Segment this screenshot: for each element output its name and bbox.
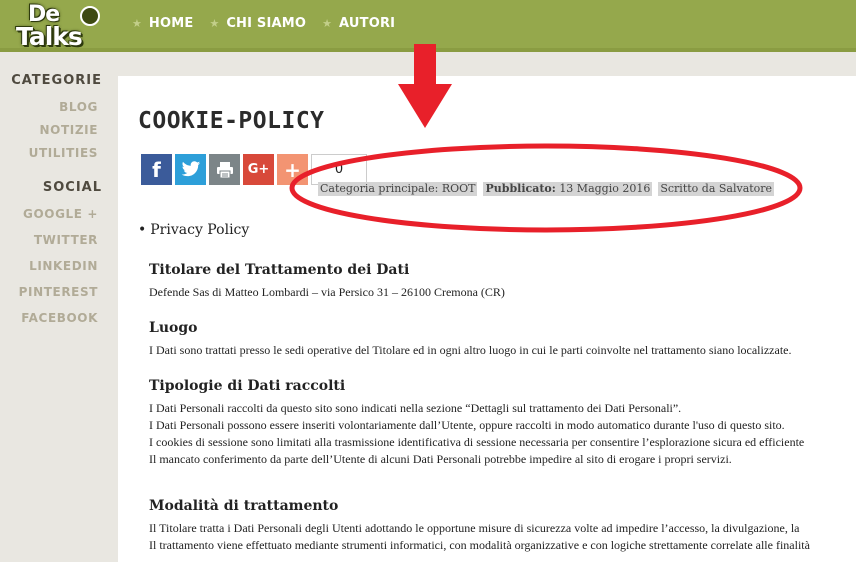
article-panel: COOKIE-POLICY f G+ + 0 Categoria princip… <box>118 76 856 562</box>
google-plus-share-button[interactable]: G+ <box>243 154 274 185</box>
section-text: I Dati Personali raccolti da questo sito… <box>149 401 682 415</box>
star-icon: ★ <box>132 17 142 30</box>
twitter-share-button[interactable] <box>175 154 206 185</box>
print-button[interactable] <box>209 154 240 185</box>
section-tipologie: Tipologie di Dati raccolti I Dati Person… <box>149 378 856 468</box>
page-title: COOKIE-POLICY <box>138 108 325 134</box>
nav-item-home[interactable]: ★ HOME <box>132 16 193 31</box>
list-item: • Privacy Policy <box>138 222 249 238</box>
section-modalita: Modalità di trattamento Il Titolare trat… <box>149 498 856 554</box>
social-heading: SOCIAL <box>42 180 102 195</box>
section-heading: Modalità di trattamento <box>149 498 339 514</box>
author: Scritto da Salvatore <box>658 182 775 196</box>
section-heading: Titolare del Trattamento dei Dati <box>149 262 410 278</box>
category-value: ROOT <box>441 182 476 195</box>
list-item-label: Privacy Policy <box>150 222 250 238</box>
sidebar-item-facebook[interactable]: FACEBOOK <box>0 305 104 331</box>
section-titolare: Titolare del Trattamento dei Dati Defend… <box>149 262 856 301</box>
section-text: Il trattamento viene effettuato mediante… <box>149 538 810 552</box>
section-text: I Dati Personali possono essere inseriti… <box>149 418 785 432</box>
site-logo[interactable]: De Talks <box>14 2 106 51</box>
category-label: Categoria principale: <box>320 182 439 195</box>
published-value: 13 Maggio 2016 <box>559 182 651 195</box>
logo-ball-icon <box>80 6 100 26</box>
section-text: Il Titolare tratta i Dati Personali degl… <box>149 521 800 535</box>
categories-heading: CATEGORIE <box>11 73 102 88</box>
section-text: Il mancato conferimento da parte dell’Ut… <box>149 452 732 466</box>
nav-item-label: AUTORI <box>339 16 396 31</box>
print-icon <box>216 161 233 178</box>
nav-item-label: HOME <box>148 16 194 31</box>
facebook-share-button[interactable]: f <box>141 154 172 185</box>
nav-item-chi-siamo[interactable]: ★ CHI SIAMO <box>209 16 306 31</box>
share-count: 0 <box>311 154 367 185</box>
section-luogo: Luogo I Dati sono trattati presso le sed… <box>149 320 856 359</box>
published-date: Pubblicato: 13 Maggio 2016 <box>483 182 653 196</box>
sidebar-item-utilities[interactable]: UTILITIES <box>0 142 104 165</box>
nav-item-label: CHI SIAMO <box>226 16 307 31</box>
star-icon: ★ <box>209 17 220 30</box>
section-text: I Dati sono trattati presso le sedi oper… <box>149 343 792 357</box>
section-heading: Luogo <box>149 320 198 336</box>
bullet-icon: • <box>138 222 147 238</box>
sidebar-item-pinterest[interactable]: PINTEREST <box>0 279 104 305</box>
section-text: Defende Sas di Matteo Lombardi – via Per… <box>149 285 505 299</box>
top-navbar: De Talks ★ HOME ★ CHI SIAMO ★ AUTORI <box>0 0 856 52</box>
more-share-button[interactable]: + <box>277 154 308 185</box>
sidebar-item-blog[interactable]: BLOG <box>0 96 104 119</box>
nav-item-autori[interactable]: ★ AUTORI <box>322 16 395 31</box>
logo-text-bottom: Talks <box>16 22 83 51</box>
sidebar-item-google-plus[interactable]: GOOGLE + <box>0 201 104 227</box>
plus-icon: + <box>284 157 301 182</box>
sidebar-item-notizie[interactable]: NOTIZIE <box>0 119 104 142</box>
published-label: Pubblicato: <box>485 182 556 195</box>
section-heading: Tipologie di Dati raccolti <box>149 378 346 394</box>
sidebar: CATEGORIE BLOG NOTIZIE UTILITIES SOCIAL … <box>0 72 104 331</box>
section-text: I cookies di sessione sono limitati alla… <box>149 435 805 449</box>
twitter-icon <box>181 161 200 177</box>
share-bar: f G+ + 0 <box>141 154 367 185</box>
sidebar-item-linkedin[interactable]: LINKEDIN <box>0 253 104 279</box>
category-tag[interactable]: Categoria principale: ROOT <box>318 182 478 196</box>
article-meta: Categoria principale: ROOT Pubblicato: 1… <box>318 182 780 196</box>
facebook-icon: f <box>152 157 161 182</box>
sidebar-item-twitter[interactable]: TWITTER <box>0 227 104 253</box>
main-nav: ★ HOME ★ CHI SIAMO ★ AUTORI <box>132 16 411 31</box>
google-plus-icon: G+ <box>247 162 270 177</box>
star-icon: ★ <box>322 17 333 30</box>
